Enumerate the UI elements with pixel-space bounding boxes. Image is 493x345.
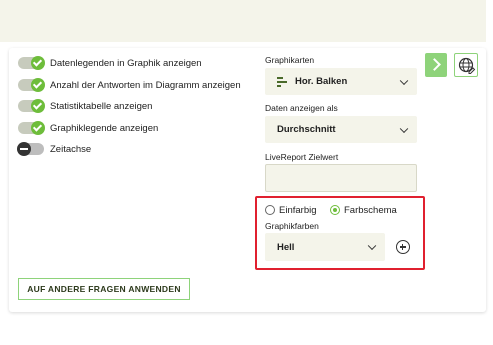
- toggle-row-time-axis[interactable]: Zeitachse: [17, 142, 92, 156]
- toggle-label: Graphiklegende anzeigen: [50, 122, 159, 134]
- toggle-label: Zeitachse: [50, 143, 92, 155]
- top-banner: [0, 0, 486, 42]
- chart-type-label: Graphikarten: [265, 55, 315, 65]
- chart-type-value: Hor. Balken: [295, 76, 348, 87]
- livereport-input[interactable]: [265, 164, 417, 192]
- chart-type-select[interactable]: Hor. Balken: [265, 68, 417, 95]
- chevron-down-icon: [399, 124, 409, 133]
- graph-colors-label: Graphikfarben: [265, 221, 319, 231]
- toggle-label: Datenlegenden in Graphik anzeigen: [50, 57, 202, 69]
- globe-edit-icon: [458, 57, 476, 74]
- next-button[interactable]: [425, 53, 447, 77]
- graph-colors-value: Hell: [277, 241, 295, 253]
- radio-farbschema[interactable]: [330, 205, 340, 215]
- toggle-row-graph-legend[interactable]: Graphiklegende anzeigen: [18, 121, 158, 135]
- toggle-row-statistics-table[interactable]: Statistiktabelle anzeigen: [18, 99, 152, 113]
- radio-einfarbig[interactable]: [265, 205, 275, 215]
- toggle-switch[interactable]: [18, 121, 45, 135]
- chevron-down-icon: [399, 76, 409, 85]
- add-color-scheme-button[interactable]: [396, 240, 410, 254]
- radio-label-farbschema: Farbschema: [344, 205, 397, 216]
- toggle-row-data-labels[interactable]: Datenlegenden in Graphik anzeigen: [18, 56, 202, 70]
- radio-label-einfarbig: Einfarbig: [279, 205, 317, 216]
- toggle-switch[interactable]: [18, 56, 45, 70]
- chevron-down-icon: [367, 241, 377, 251]
- toggle-row-answer-count[interactable]: Anzahl der Antworten im Diagramm anzeige…: [18, 78, 241, 92]
- toggle-switch[interactable]: [18, 99, 45, 113]
- toggle-label: Anzahl der Antworten im Diagramm anzeige…: [50, 79, 241, 91]
- data-display-value: Durchschnitt: [277, 124, 336, 135]
- graph-colors-select[interactable]: Hell: [265, 233, 385, 261]
- horizontal-bars-icon: [277, 76, 287, 87]
- toggle-switch[interactable]: [17, 142, 44, 156]
- toggle-label: Statistiktabelle anzeigen: [50, 100, 153, 112]
- data-display-select[interactable]: Durchschnitt: [265, 116, 417, 143]
- globe-grid-button[interactable]: [454, 53, 478, 77]
- apply-to-other-questions-button[interactable]: AUF ANDERE FRAGEN ANWENDEN: [18, 278, 190, 300]
- data-display-label: Daten anzeigen als: [265, 103, 338, 113]
- livereport-label: LiveReport Zielwert: [265, 152, 339, 162]
- toggle-switch[interactable]: [18, 78, 45, 92]
